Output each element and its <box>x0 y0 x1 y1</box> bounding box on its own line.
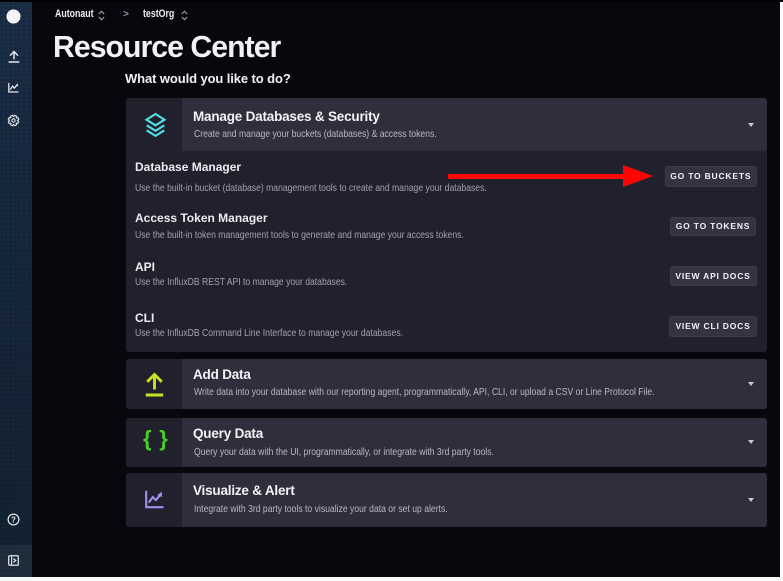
svg-text:?: ? <box>11 516 16 525</box>
